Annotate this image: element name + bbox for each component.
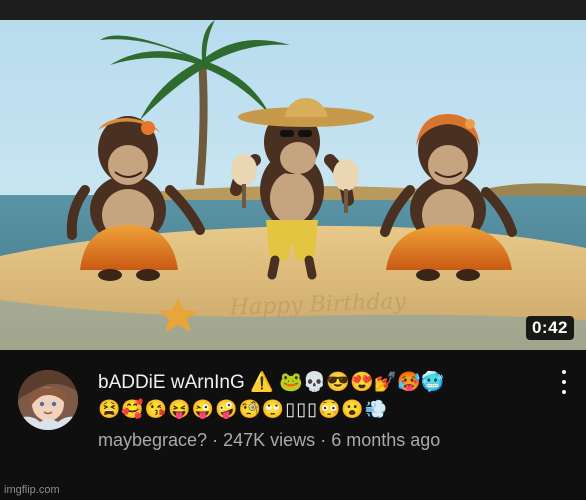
watermark: imgflip.com (4, 484, 60, 496)
bottom-bar (0, 480, 586, 500)
avatar-image (18, 370, 78, 430)
more-dot (562, 390, 566, 394)
video-metadata: maybegrace? · 247K views · 6 months ago (98, 430, 440, 451)
video-thumbnail[interactable]: Happy Birthday 0:42 (0, 20, 586, 350)
more-dot (562, 380, 566, 384)
duration-badge: 0:42 (525, 316, 574, 340)
video-details: bADDiE wArnInG ⚠️ 🐸💀😎😍💅🥵🥶 😫🥰😘😝😜🤪🧐🙄▯▯▯😳😮💨… (0, 350, 586, 480)
video-title-line2: 😫🥰😘😝😜🤪🧐🙄▯▯▯😳😮💨 (98, 399, 389, 419)
video-title-line1: bADDiE wArnInG ⚠️ 🐸💀😎😍💅🥵🥶 (98, 372, 445, 393)
video-title[interactable]: bADDiE wArnInG ⚠️ 🐸💀😎😍💅🥵🥶 😫🥰😘😝😜🤪🧐🙄▯▯▯😳😮💨 (98, 370, 538, 422)
meta-separator: · (212, 430, 219, 450)
thumbnail-image: Happy Birthday (0, 20, 586, 350)
upload-age: 6 months ago (331, 430, 441, 450)
avatar[interactable] (18, 370, 78, 430)
channel-name[interactable]: maybegrace? (98, 430, 207, 450)
meta-separator: · (320, 430, 327, 450)
view-count: 247K views (223, 430, 316, 450)
more-vert-icon[interactable] (558, 370, 570, 394)
top-bar (0, 0, 586, 20)
more-dot (562, 370, 566, 374)
